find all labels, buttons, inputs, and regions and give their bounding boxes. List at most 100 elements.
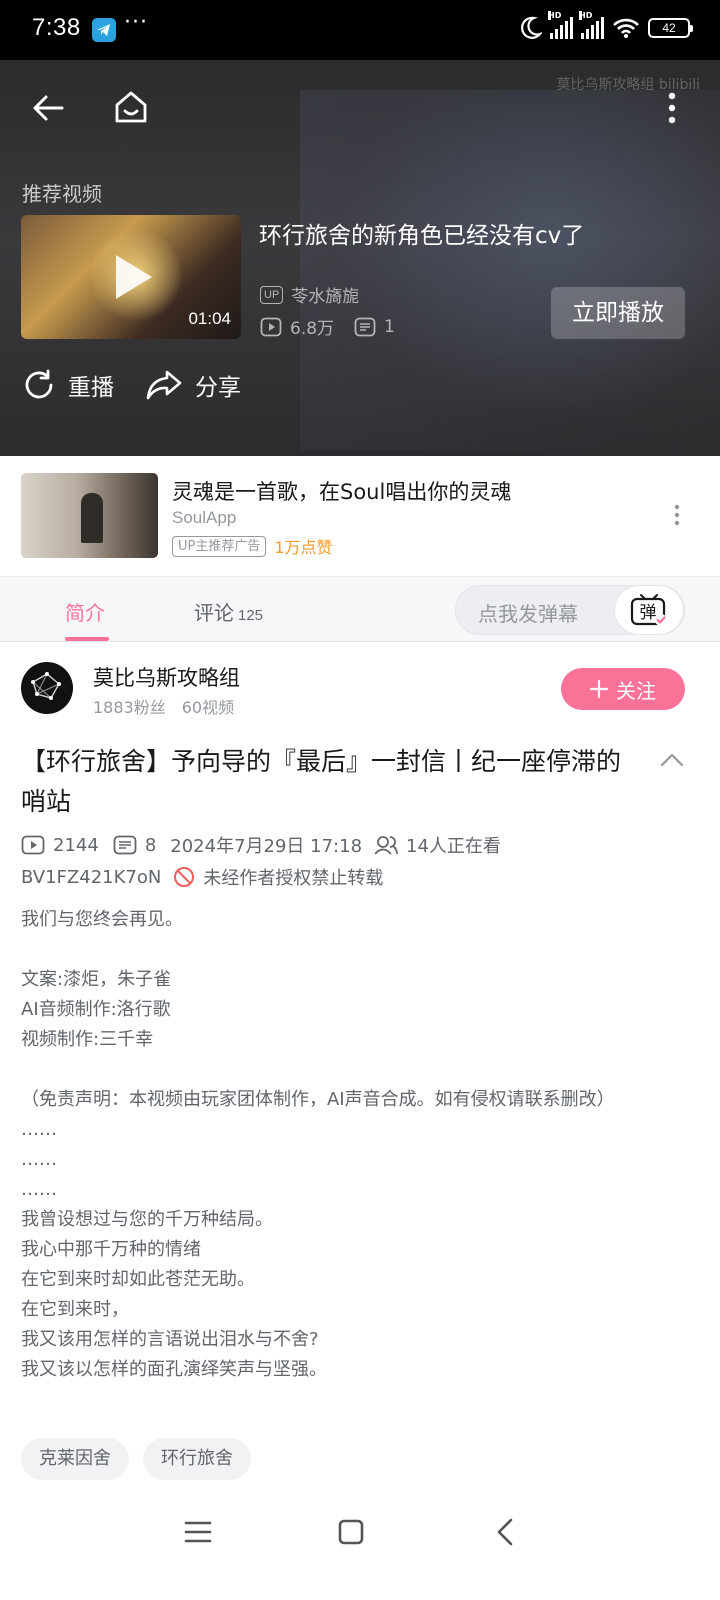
video-date: 2024年7月29日 17:18 [170,836,363,857]
description-line: 我又该以怎样的面孔演绎笑声与坚强。 [21,1359,327,1380]
comments-count: 125 [238,607,264,624]
video-description: 我们与您终会再见。 文案:漆炬，朱子雀 AI音频制作:洛行歌 视频制作:三千幸 … [21,905,691,1385]
ad-likes: 1万点赞 [274,538,333,557]
danmu-input[interactable]: 点我发弹幕 弹 [455,585,685,635]
arrow-left-icon [33,95,64,121]
chevron-up-icon [660,753,684,767]
description-line: AI音频制作:洛行歌 [21,999,171,1020]
share-button[interactable]: 分享 [145,368,241,402]
status-time: 7:38 [32,14,81,41]
video-title: 【环行旅舍】予向导的『最后』一封信丨纪一座停滞的哨站 [21,747,622,816]
danmu-toggle-button[interactable]: 弹 [614,585,684,635]
recommended-duration: 01:04 [188,309,231,328]
description-line [21,935,691,965]
danmaku-count-icon [354,317,376,336]
signal-icon-1: HD [548,11,573,39]
play-now-button[interactable]: 立即播放 [551,287,685,339]
share-label: 分享 [195,375,241,401]
no-repost-notice: 未经作者授权禁止转载 [203,868,384,889]
play-icon [116,255,152,299]
back-button[interactable] [28,88,68,128]
more-vertical-icon [674,504,680,526]
video-plays: 2144 [53,834,99,856]
recommended-uploader-name: 苓水旖旎 [291,287,360,307]
telegram-icon [92,18,116,42]
replay-icon [25,369,53,399]
plus-icon [590,680,608,698]
back-nav-button[interactable] [483,1510,527,1554]
uploader-videos: 60视频 [181,698,235,717]
watching-icon [374,836,398,855]
uploader-fans: 1883粉丝 [93,698,166,717]
description-line: 文案:漆炬，朱子雀 [21,969,172,990]
tab-comments-label: 评论 [194,601,234,625]
tab-comments[interactable]: 评论 125 [194,597,263,626]
recommended-danmaku: 1 [384,316,395,337]
uploader-meta: 1883粉丝 60视频 [93,694,234,718]
description-line: …… [21,1149,57,1170]
menu-icon [184,1521,212,1543]
description-line: 视频制作:三千幸 [21,1029,154,1050]
tag-chip[interactable]: 克莱因舍 [21,1438,129,1480]
system-nav-bar [0,1490,720,1600]
description-line: 我又该用怎样的言语说出泪水与不舍? [21,1329,319,1350]
recommended-video-thumbnail[interactable]: 01:04 [21,215,241,339]
video-bvid[interactable]: BV1FZ421K7oN [21,867,161,888]
bvid-row: BV1FZ421K7oN 未经作者授权禁止转载 [21,864,383,890]
recents-button[interactable] [176,1510,220,1554]
uploader-name[interactable]: 莫比乌斯攻略组 [93,662,240,692]
ad-thumbnail[interactable] [21,473,158,558]
avatar[interactable] [21,662,73,714]
description-line: 我曾设想过与您的千万种结局。 [21,1209,273,1230]
description-line: 在它到来时却如此苍茫无助。 [21,1269,255,1290]
status-bar: 7:38 ··· HD HD 42 [0,0,720,60]
video-danmaku: 8 [144,834,157,856]
forbidden-icon [174,867,195,887]
replay-label: 重播 [68,375,114,401]
ad-card[interactable]: 灵魂是一首歌，在Soul唱出你的灵魂 SoulApp UP主推荐广告 1万点赞 [0,456,720,576]
ad-badge: UP主推荐广告 [172,535,267,557]
ad-title[interactable]: 灵魂是一首歌，在Soul唱出你的灵魂 [172,476,511,506]
uploader-row: 莫比乌斯攻略组 1883粉丝 60视频 关注 [0,642,720,732]
battery-indicator: 42 [648,18,693,38]
description-line: …… [21,1179,57,1200]
description-line [21,1055,691,1085]
collapse-button[interactable] [660,752,684,772]
description-line: …… [21,1119,57,1140]
home-icon [115,91,147,123]
follow-label: 关注 [616,678,656,703]
ad-more-button[interactable] [674,504,680,530]
home-nav-button[interactable] [329,1510,373,1554]
ad-brand: SoulApp [172,508,237,527]
follow-button[interactable]: 关注 [561,668,685,710]
chevron-left-icon [497,1518,513,1546]
danmaku-count-icon [113,835,137,855]
play-count-icon [260,317,282,336]
home-button[interactable] [110,86,152,128]
more-notifications-icon: ··· [124,10,148,35]
recommended-views: 6.8万 [290,319,335,339]
play-count-icon [21,835,45,855]
tab-intro[interactable]: 简介 [65,597,105,626]
signal-icon-2: HD [579,11,604,39]
video-player[interactable]: 莫比乌斯攻略组 bilibili 推荐视频 01:04 环行旅舍的新角色已经没有… [0,60,720,456]
replay-button[interactable]: 重播 [22,368,114,402]
player-background-art [300,90,720,450]
description-line: （免责声明：本视频由玩家团体制作，AI声音合成。如有侵权请联系删改） [21,1089,615,1110]
video-stats: 2144 8 2024年7月29日 17:18 14人正在看 [21,832,515,858]
recommended-uploader: UP 苓水旖旎 [260,282,359,307]
description-line: 在它到来时， [21,1299,129,1320]
tab-indicator [65,637,109,641]
video-watching: 14人正在看 [406,836,501,857]
more-options-button[interactable] [660,88,684,128]
share-icon [146,370,182,400]
tab-bar: 简介 评论 125 点我发弹幕 弹 [0,576,720,642]
up-badge: UP [260,285,284,304]
tag-chip[interactable]: 环行旅舍 [143,1438,251,1480]
recommended-stats: 6.8万 1 [260,314,415,339]
description-line: 我心中那千万种的情绪 [21,1239,201,1260]
more-vertical-icon [668,92,676,124]
recommended-video-title[interactable]: 环行旅舍的新角色已经没有cv了 [259,216,584,250]
moon-icon [521,16,542,39]
wifi-icon [613,18,639,38]
